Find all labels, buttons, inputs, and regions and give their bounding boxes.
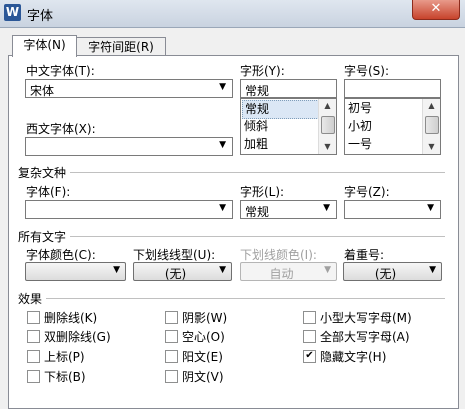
complex-font-label: 字体(F): (26, 185, 71, 199)
chevron-down-icon: ▼ (219, 203, 226, 213)
wps-logo-icon: W (4, 4, 21, 21)
tab-font[interactable]: 字体(N) (12, 35, 77, 57)
all-caps-label[interactable]: 全部大写字母(A) (320, 328, 410, 345)
emphasis-mark-value: (无) (374, 267, 397, 281)
engrave-label[interactable]: 阴文(V) (182, 368, 224, 385)
underline-style-select[interactable]: (无) ▼ (133, 262, 232, 281)
font-size-option[interactable]: 小初 (348, 118, 372, 135)
section-divider (46, 298, 445, 299)
emphasis-mark-label: 着重号: (344, 248, 385, 262)
hidden-text-label[interactable]: 隐藏文字(H) (320, 348, 386, 365)
double-strikethrough-checkbox[interactable] (27, 330, 40, 343)
complex-font-select[interactable]: ▼ (25, 200, 233, 219)
font-size-option[interactable]: 初号 (348, 100, 372, 117)
font-size-list[interactable]: 初号 小初 一号 ▲ ▼ (344, 98, 441, 155)
superscript-label[interactable]: 上标(P) (44, 348, 85, 365)
complex-section-title: 复杂文种 (18, 166, 67, 180)
all-caps-checkbox[interactable] (303, 330, 316, 343)
font-style-scrollbar[interactable]: ▲ ▼ (318, 99, 336, 154)
subscript-checkbox[interactable] (27, 370, 40, 383)
chinese-font-select[interactable]: 宋体 ▼ (25, 79, 233, 98)
font-style-input[interactable]: 常规 (240, 79, 337, 98)
font-style-label: 字形(Y): (240, 64, 285, 78)
outline-label[interactable]: 空心(O) (182, 328, 225, 345)
chevron-down-icon: ▼ (323, 203, 330, 213)
tab-character-spacing[interactable]: 字符间距(R) (76, 37, 166, 57)
hidden-text-checkbox[interactable]: ✔ (303, 350, 316, 363)
window-title: 字体 (27, 9, 54, 24)
emboss-label[interactable]: 阳文(E) (182, 348, 223, 365)
double-strikethrough-label[interactable]: 双删除线(G) (44, 328, 111, 345)
chevron-down-icon: ▼ (427, 203, 434, 213)
emphasis-mark-select[interactable]: (无) ▼ (343, 262, 442, 281)
superscript-checkbox[interactable] (27, 350, 40, 363)
chevron-down-icon: ▼ (219, 140, 226, 150)
complex-style-value: 常规 (245, 205, 270, 219)
font-color-label: 字体颜色(C): (26, 248, 96, 262)
underline-style-value: (无) (164, 267, 187, 281)
chinese-font-label: 中文字体(T): (26, 64, 95, 78)
western-font-label: 西文字体(X): (26, 122, 96, 136)
font-style-option[interactable]: 倾斜 (244, 118, 268, 135)
section-divider (70, 172, 445, 173)
close-button[interactable]: ✕ (412, 0, 460, 20)
underline-color-select: 自动 ▼ (240, 262, 337, 281)
effects-section-title: 效果 (18, 292, 43, 306)
western-font-select[interactable]: ▼ (25, 137, 233, 156)
chevron-down-icon: ▼ (219, 265, 226, 275)
scroll-up-icon[interactable]: ▲ (423, 99, 440, 113)
chinese-font-value: 宋体 (30, 84, 55, 98)
section-divider (70, 236, 445, 237)
font-size-scrollbar[interactable]: ▲ ▼ (422, 99, 440, 154)
shadow-checkbox[interactable] (165, 311, 178, 324)
font-size-label: 字号(S): (344, 64, 390, 78)
scroll-down-icon[interactable]: ▼ (423, 140, 440, 154)
scroll-down-icon[interactable]: ▼ (319, 140, 336, 154)
chevron-down-icon: ▼ (219, 82, 226, 92)
strikethrough-label[interactable]: 删除线(K) (44, 309, 97, 326)
font-style-list[interactable]: 常规 倾斜 加粗 ▲ ▼ (240, 98, 337, 155)
font-style-value: 常规 (245, 84, 270, 98)
complex-size-label: 字号(Z): (344, 185, 390, 199)
all-text-section-title: 所有文字 (18, 230, 67, 244)
scroll-thumb[interactable] (321, 116, 335, 134)
font-style-option[interactable]: 加粗 (244, 136, 268, 153)
underline-color-label: 下划线颜色(I): (240, 248, 317, 262)
emboss-checkbox[interactable] (165, 350, 178, 363)
font-size-input[interactable] (344, 79, 441, 98)
font-size-option[interactable]: 一号 (348, 136, 372, 153)
scroll-thumb[interactable] (425, 116, 439, 134)
chevron-down-icon: ▼ (113, 265, 120, 275)
complex-size-select[interactable]: ▼ (344, 200, 441, 219)
title-bar: W 字体 ✕ (0, 0, 465, 28)
shadow-label[interactable]: 阴影(W) (182, 309, 227, 326)
scroll-up-icon[interactable]: ▲ (319, 99, 336, 113)
complex-style-select[interactable]: 常规 ▼ (240, 200, 337, 219)
engrave-checkbox[interactable] (165, 370, 178, 383)
outline-checkbox[interactable] (165, 330, 178, 343)
small-caps-label[interactable]: 小型大写字母(M) (320, 309, 412, 326)
chevron-down-icon: ▼ (429, 265, 436, 275)
chevron-down-icon: ▼ (324, 265, 331, 275)
checkmark-icon: ✔ (305, 350, 314, 361)
font-color-select[interactable]: ▼ (25, 262, 126, 281)
underline-style-label: 下划线线型(U): (133, 248, 216, 262)
strikethrough-checkbox[interactable] (27, 311, 40, 324)
small-caps-checkbox[interactable] (303, 311, 316, 324)
subscript-label[interactable]: 下标(B) (44, 368, 86, 385)
underline-color-value: 自动 (269, 267, 294, 281)
complex-style-label: 字形(L): (240, 185, 285, 199)
